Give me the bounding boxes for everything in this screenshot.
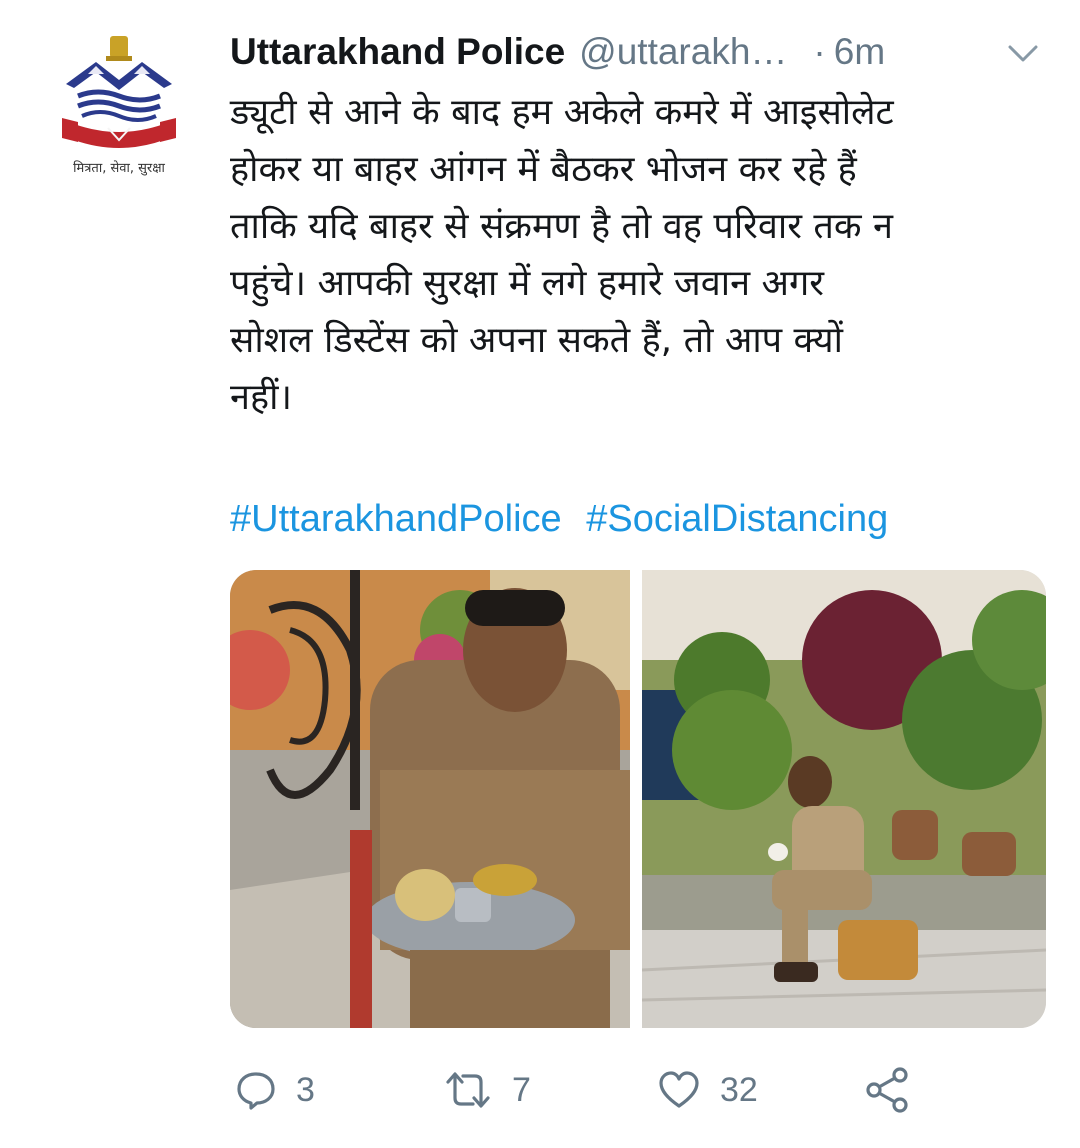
hashtag-socialdistancing[interactable]: #SocialDistancing: [586, 498, 888, 540]
chevron-down-icon[interactable]: [1006, 38, 1040, 68]
tweet-text-line: सोशल डिस्टेंस को अपना सकते हैं, तो आप क्…: [230, 320, 844, 361]
share-icon: [862, 1065, 914, 1115]
tweet-text-line: होकर या बाहर आंगन में बैठकर भोजन कर रहे …: [230, 149, 857, 190]
author-handle[interactable]: @uttarakh…: [579, 31, 787, 73]
hashtag-list: #UttarakhandPolice #SocialDistancing: [230, 498, 902, 541]
share-button[interactable]: [862, 1062, 914, 1118]
tweet-header: Uttarakhand Police @uttarakh… · 6m: [230, 26, 1050, 78]
tweet-text-line: ताकि यदि बाहर से संक्रमण है तो वह परिवार…: [230, 206, 893, 247]
media-grid: [230, 570, 1046, 1028]
photo-officer-eating-indoors[interactable]: [230, 570, 630, 1028]
tweet-timestamp[interactable]: 6m: [834, 31, 885, 73]
tweet-action-bar: 3 7 32: [230, 1062, 1050, 1118]
retweet-icon: [442, 1068, 494, 1112]
tweet-text-line: पहुंचे। आपकी सुरक्षा में लगे हमारे जवान …: [230, 263, 825, 304]
like-count: 32: [720, 1070, 758, 1109]
like-icon: [656, 1068, 702, 1112]
reply-icon: [234, 1068, 278, 1112]
reply-button[interactable]: 3: [234, 1062, 315, 1118]
tweet-text-line: नहीं।: [230, 377, 293, 418]
like-button[interactable]: 32: [656, 1062, 758, 1118]
retweet-button[interactable]: 7: [442, 1062, 531, 1118]
separator-dot: ·: [813, 31, 826, 72]
tweet-text: ड्यूटी से आने के बाद हम अकेले कमरे में आ…: [230, 84, 1050, 426]
avatar-motto: मित्रता, सेवा, सुरक्षा: [73, 160, 165, 176]
photo-divider: [630, 570, 642, 1028]
author-name[interactable]: Uttarakhand Police: [230, 31, 565, 73]
photo-officer-eating-outdoors[interactable]: [642, 570, 1046, 1028]
reply-count: 3: [296, 1070, 315, 1109]
uttarakhand-police-logo: मित्रता, सेवा, सुरक्षा: [62, 36, 176, 176]
tweet-text-line: ड्यूटी से आने के बाद हम अकेले कमरे में आ…: [230, 92, 894, 133]
author-avatar[interactable]: मित्रता, सेवा, सुरक्षा: [48, 22, 190, 182]
hashtag-uttarakhandpolice[interactable]: #UttarakhandPolice: [230, 498, 562, 540]
retweet-count: 7: [512, 1070, 531, 1109]
